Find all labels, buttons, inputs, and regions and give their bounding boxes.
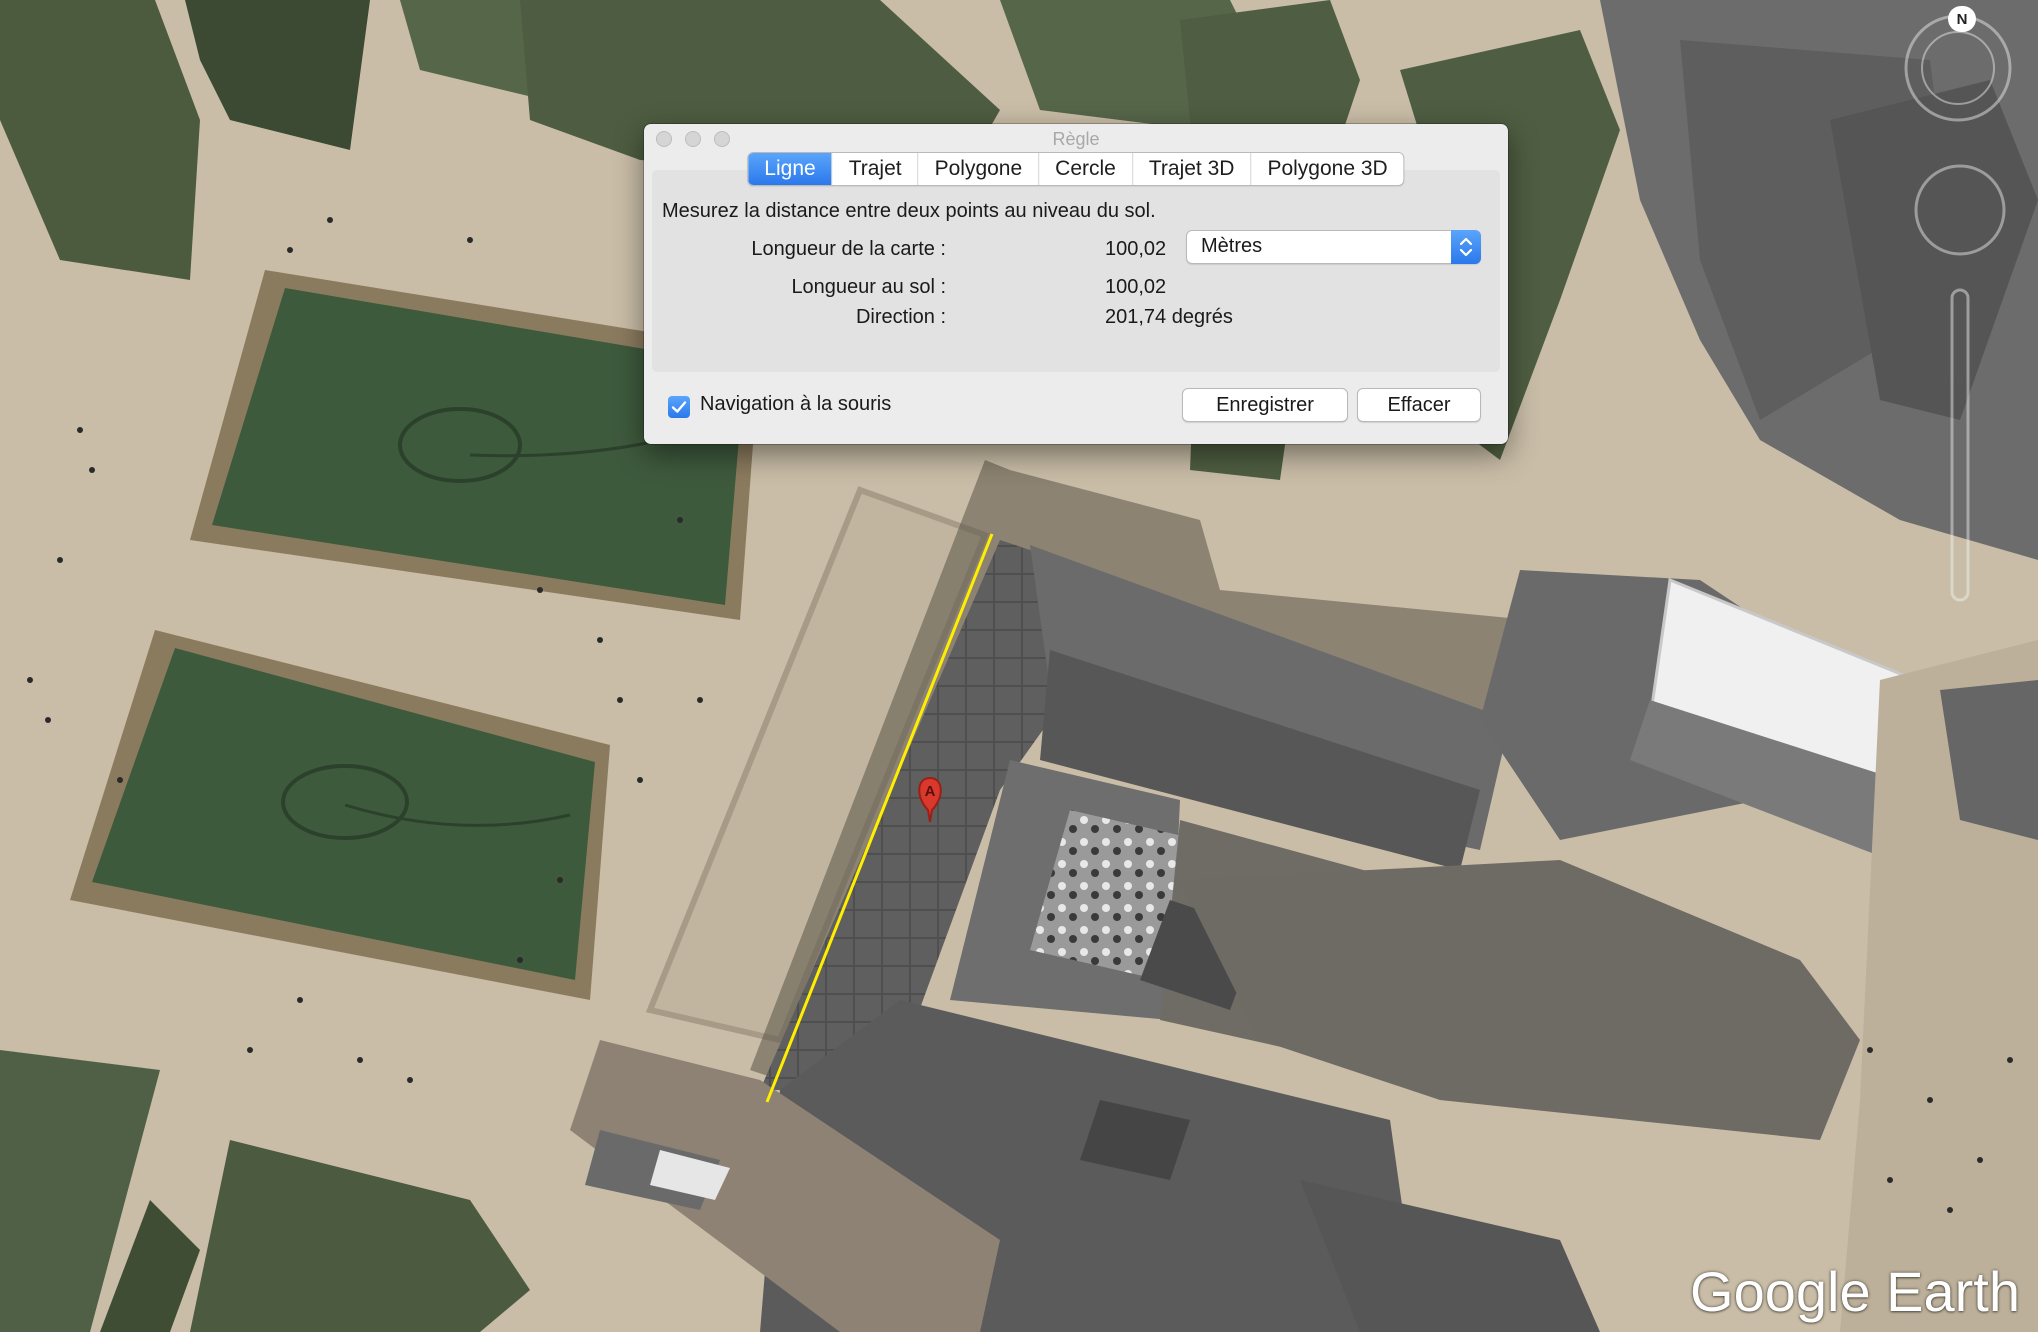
tab-trajet-3d[interactable]: Trajet 3D <box>1132 153 1252 185</box>
measure-mode-tabs: Ligne Trajet Polygone Cercle Trajet 3D P… <box>747 152 1405 186</box>
measure-panel: Mesurez la distance entre deux points au… <box>652 170 1500 372</box>
tab-polygone[interactable]: Polygone <box>918 153 1040 185</box>
save-button[interactable]: Enregistrer <box>1182 388 1348 422</box>
dialog-title: Règle <box>1052 129 1100 149</box>
map-length-label: Longueur de la carte : <box>751 238 946 260</box>
ground-length-value: 100,02 <box>1105 276 1167 298</box>
tab-trajet[interactable]: Trajet <box>832 153 919 185</box>
unit-select[interactable]: Mètres <box>1186 230 1481 264</box>
map-length-value: 100,02 <box>1105 238 1167 260</box>
unit-select-value: Mètres <box>1201 235 1263 257</box>
ruler-dialog: Règle Ligne Trajet Polygone Cercle Traje… <box>644 124 1508 444</box>
dialog-titlebar[interactable]: Règle <box>644 124 1508 152</box>
updown-chevron-icon[interactable] <box>1451 230 1481 264</box>
compass-north-label: N <box>1957 11 1968 28</box>
clear-button[interactable]: Effacer <box>1357 388 1481 422</box>
direction-label: Direction : <box>855 306 946 328</box>
tab-cercle[interactable]: Cercle <box>1039 153 1133 185</box>
ground-length-label: Longueur au sol : <box>791 276 946 298</box>
tab-ligne[interactable]: Ligne <box>748 153 833 185</box>
tab-polygone-3d[interactable]: Polygone 3D <box>1251 153 1404 185</box>
placemark-label: A <box>925 783 936 800</box>
direction-value: 201,74 degrés <box>1105 306 1233 328</box>
checkmark-icon <box>671 401 687 413</box>
mouse-navigation-checkbox[interactable] <box>668 396 690 418</box>
mouse-navigation-label[interactable]: Navigation à la souris <box>700 393 891 416</box>
measure-description: Mesurez la distance entre deux points au… <box>662 200 1156 222</box>
google-earth-logo: Google Earth <box>1690 1260 2020 1323</box>
